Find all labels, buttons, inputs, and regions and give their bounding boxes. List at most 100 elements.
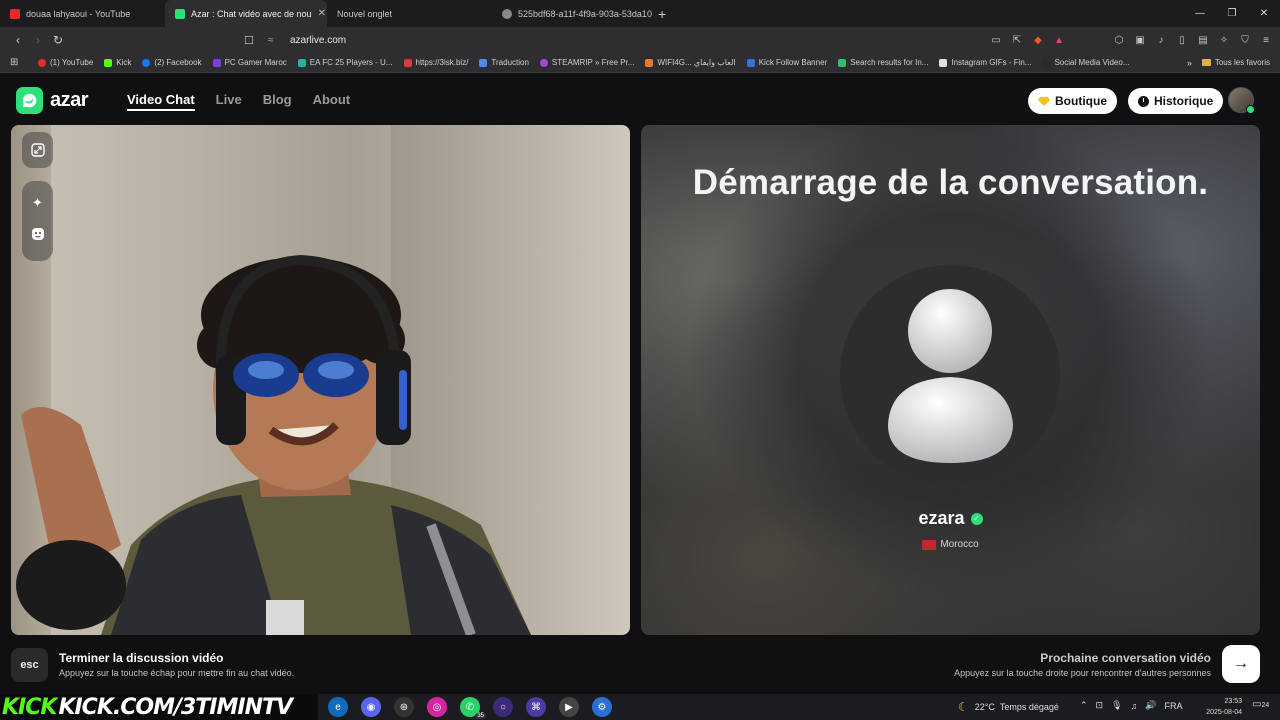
share-icon[interactable]: ⇱	[1011, 35, 1023, 46]
screenshot-icon[interactable]: ▣	[1134, 35, 1146, 46]
apps-icon[interactable]: ⊞	[10, 57, 24, 68]
headset-icon[interactable]: ♫	[1131, 701, 1138, 711]
bookmark-item[interactable]: Traduction	[479, 58, 529, 67]
input-language[interactable]: FRA	[1165, 701, 1183, 711]
bookmark-item[interactable]: WIFI4G... العاب وايفاي	[645, 58, 736, 67]
forward-icon[interactable]: ›	[28, 33, 48, 47]
next-call-button[interactable]: →	[1222, 645, 1260, 683]
tab-bar: douaa lahyaoui - YouTube Azar : Chat vid…	[0, 0, 1280, 27]
tab-new[interactable]: Nouvel onglet	[327, 0, 492, 27]
restore-icon[interactable]: ❐	[1216, 0, 1248, 27]
volume-icon[interactable]: 🔊	[1145, 700, 1156, 711]
nav-about[interactable]: About	[313, 92, 351, 111]
profile-avatar[interactable]	[1228, 87, 1255, 114]
back-icon[interactable]: ‹	[8, 33, 28, 47]
instagram-icon[interactable]: ◎	[427, 697, 447, 717]
end-call-esc-button[interactable]: esc	[11, 648, 48, 682]
bookmark-item[interactable]: STEAMRIP » Free Pr...	[539, 58, 634, 67]
next-call-hint: Appuyez sur la touche droite pour rencon…	[954, 668, 1211, 678]
gem-icon	[1038, 96, 1050, 106]
close-window-icon[interactable]: ✕	[1248, 0, 1280, 27]
url-field[interactable]: azarlive.com	[290, 35, 346, 46]
historique-button[interactable]: Historique	[1128, 88, 1224, 114]
close-tab-icon[interactable]: ✕	[312, 8, 326, 19]
reload-icon[interactable]: ↻	[48, 33, 68, 47]
tray-expand-icon[interactable]: ⌃	[1080, 700, 1088, 711]
azar-favicon-icon	[175, 8, 185, 19]
brave-rewards-icon[interactable]: ▲	[1053, 35, 1065, 46]
all-favorites[interactable]: Tous les favoris	[1201, 58, 1270, 67]
bookmark-item[interactable]: Kick	[104, 58, 131, 67]
weather-widget[interactable]: ☾ 22°C Temps dégagé	[958, 700, 1059, 714]
youtube-favicon-icon	[10, 8, 20, 19]
cast-icon[interactable]: ▭	[990, 35, 1002, 46]
extensions-icon[interactable]: ⬡	[1113, 35, 1125, 46]
music-icon[interactable]: ♪	[1155, 35, 1167, 46]
face-filter-icon[interactable]	[31, 227, 45, 246]
vpn-icon[interactable]: ⛉	[1239, 35, 1251, 46]
system-tray: ⌃ ⊡ 🎙 ♫ 🔊 FRA	[1080, 700, 1183, 711]
more-bookmarks-icon[interactable]: »	[1187, 58, 1192, 68]
arrow-right-icon: →	[1233, 655, 1249, 672]
sparkle-effects-icon[interactable]: ✦	[32, 196, 43, 209]
morocco-flag-icon	[922, 539, 937, 550]
tab-uuid[interactable]: 525bdf68-a11f-4f9a-903a-53da1050	[492, 0, 652, 27]
bookmark-item[interactable]: Social Media Video...	[1042, 58, 1129, 67]
bookmark-item[interactable]: https://3isk.biz/	[403, 58, 468, 67]
media-player-icon[interactable]: ▶	[559, 697, 579, 717]
bookmark-item[interactable]: Instagram GIFs - Fin...	[939, 58, 1031, 67]
fullscreen-tool[interactable]	[22, 132, 53, 168]
local-camera-view: ✦	[11, 125, 630, 635]
nav-video-chat[interactable]: Video Chat	[127, 92, 195, 111]
user-silhouette-icon	[888, 289, 1013, 463]
settings-app-icon[interactable]: ⚙	[592, 697, 612, 717]
site-info-icon[interactable]: ≈	[268, 35, 286, 46]
remote-peer-view: Démarrage de la conversation. ezara ✓ Mo…	[641, 125, 1260, 635]
next-call-title: Prochaine conversation vidéo	[1040, 651, 1211, 665]
bookmark-icon[interactable]: ☐	[244, 34, 262, 47]
address-bar: ‹ › ↻ ☐ ≈ azarlive.com ▭ ⇱ ◆ ▲ ⬡ ▣ ♪ ▯ ▤…	[0, 27, 1280, 53]
bookmark-item[interactable]: (1) YouTube	[38, 58, 93, 67]
azar-logo-icon	[16, 87, 43, 114]
bookmark-item[interactable]: (2) Facebook	[142, 58, 202, 67]
brave-shields-icon[interactable]: ◆	[1032, 35, 1044, 46]
clock[interactable]: 23:53 2025-08-04	[1194, 696, 1242, 718]
whatsapp-icon[interactable]: ✆ 35	[460, 697, 486, 719]
app-circle-icon[interactable]: ○	[493, 697, 513, 717]
network-icon[interactable]: ⊡	[1096, 700, 1104, 711]
gamepad-icon[interactable]: ⌘	[526, 697, 546, 717]
azar-logo[interactable]: azar	[16, 87, 89, 114]
bookmark-item[interactable]: PC Gamer Maroc	[212, 58, 287, 67]
wallet-icon[interactable]: ▤	[1197, 35, 1209, 46]
kick-stream-banner: KICK KICK.COM/3TIMINTV	[0, 694, 318, 720]
leo-icon[interactable]: ✧	[1218, 35, 1230, 46]
github-icon[interactable]: ⊛	[394, 697, 414, 717]
end-call-title: Terminer la discussion vidéo	[59, 651, 224, 665]
menu-icon[interactable]: ≡	[1260, 35, 1272, 46]
user-camera-image	[16, 254, 531, 635]
bookmark-item[interactable]: EA FC 25 Players - U...	[297, 58, 393, 67]
effects-toolbar: ✦	[22, 181, 53, 261]
folder-icon	[1201, 59, 1211, 66]
edge-icon[interactable]: e	[328, 697, 348, 717]
minimize-icon[interactable]: —	[1184, 0, 1216, 27]
tab-youtube[interactable]: douaa lahyaoui - YouTube	[0, 0, 165, 27]
new-tab-icon[interactable]: +	[658, 6, 666, 22]
call-controls: esc Terminer la discussion vidéo Appuyez…	[0, 640, 1280, 694]
azar-page: azar Video Chat Live Blog About Boutique…	[0, 74, 1280, 694]
notifications-icon[interactable]: ▭24	[1252, 699, 1269, 710]
tab-azar[interactable]: Azar : Chat vidéo avec de nou ✕	[165, 0, 327, 27]
nav-live[interactable]: Live	[216, 92, 242, 111]
discord-icon[interactable]: ◉	[361, 697, 381, 717]
bookmark-item[interactable]: Search results for In...	[838, 58, 928, 67]
connection-status-heading: Démarrage de la conversation.	[692, 163, 1209, 202]
sidebar-icon[interactable]: ▯	[1176, 35, 1188, 46]
mic-icon[interactable]: 🎙	[1111, 700, 1122, 711]
tab-title: douaa lahyaoui - YouTube	[26, 8, 131, 19]
verified-badge-icon: ✓	[970, 512, 983, 525]
clock-icon	[1138, 95, 1149, 107]
nav-blog[interactable]: Blog	[263, 92, 292, 111]
boutique-button[interactable]: Boutique	[1028, 88, 1117, 114]
tab-title: Azar : Chat vidéo avec de nou	[191, 8, 312, 19]
bookmark-item[interactable]: Kick Follow Banner	[746, 58, 827, 67]
